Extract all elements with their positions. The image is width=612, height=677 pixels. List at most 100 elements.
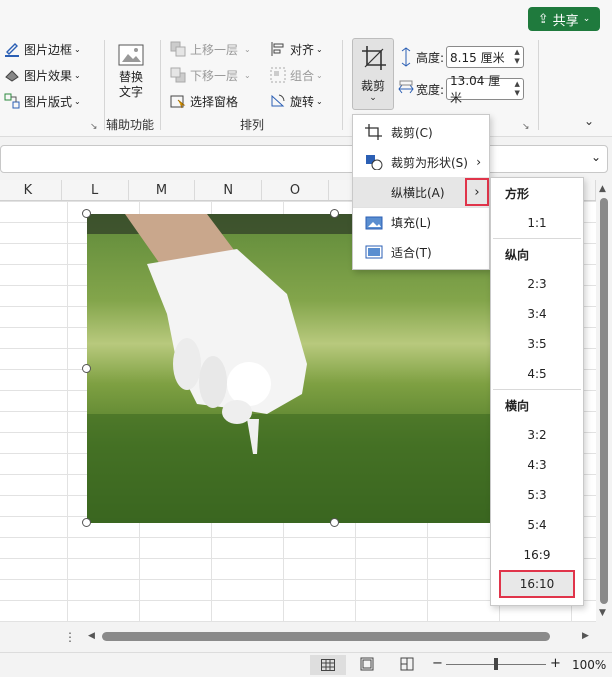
height-spinner[interactable]: ▲ ▼ bbox=[511, 48, 523, 66]
vertical-scroll-thumb[interactable] bbox=[600, 198, 608, 604]
menu-item-aspect-ratio[interactable]: 纵横比(A) › bbox=[353, 177, 489, 207]
menu-item-fill[interactable]: 填充(L) bbox=[353, 207, 489, 237]
chevron-down-icon: ⌄ bbox=[582, 14, 591, 24]
square-section-header: 方形 bbox=[505, 186, 530, 201]
group-icon bbox=[270, 67, 286, 83]
picture-border-icon bbox=[5, 43, 19, 57]
resize-handle[interactable] bbox=[82, 364, 91, 373]
height-input[interactable]: 8.15 厘米 ▲ ▼ bbox=[446, 46, 525, 68]
picture-effects-icon bbox=[5, 70, 19, 82]
ratio-item[interactable]: 3:4 bbox=[491, 299, 583, 329]
zoom-in-icon[interactable]: + bbox=[550, 656, 561, 671]
ratio-item[interactable]: 4:3 bbox=[491, 450, 583, 480]
zoom-level[interactable]: 100% bbox=[572, 658, 606, 672]
width-input[interactable]: 13.04 厘米 ▲ ▼ bbox=[446, 74, 525, 105]
bring-forward-button[interactable]: 上移一层 ⌄ bbox=[170, 38, 251, 60]
landscape-section-header: 横向 bbox=[505, 398, 530, 413]
share-icon: ⇪ bbox=[537, 11, 549, 27]
zoom-slider-thumb[interactable] bbox=[494, 658, 498, 670]
size-dialog-launcher-icon[interactable]: ↘ bbox=[522, 122, 530, 132]
menu-item-crop-to-shape[interactable]: 裁剪为形状(S) › bbox=[353, 147, 489, 177]
expand-formula-bar-icon[interactable]: ⌄ bbox=[591, 150, 601, 164]
selection-pane-button[interactable]: 选择窗格 bbox=[170, 90, 251, 112]
group-divider bbox=[538, 40, 539, 130]
picture-effects-button[interactable]: 图片效果 ⌄ bbox=[4, 64, 104, 86]
group-divider bbox=[342, 40, 343, 130]
accessibility-group-label: 辅助功能 bbox=[106, 118, 155, 132]
status-bar: − + 100% bbox=[0, 652, 612, 677]
formula-bar[interactable]: ⌄ bbox=[0, 145, 608, 173]
crop-dropdown-menu: 裁剪(C) 裁剪为形状(S) › 纵横比(A) › 填充(L) 适合(T) bbox=[352, 114, 490, 270]
picture-layout-button[interactable]: 图片版式 ⌄ bbox=[4, 90, 104, 112]
normal-view-button[interactable] bbox=[310, 655, 346, 675]
menu-item-fit[interactable]: 适合(T) bbox=[353, 237, 489, 267]
horizontal-scroll-area: ⋮ ◀ ▶ bbox=[0, 622, 612, 652]
scroll-left-icon[interactable]: ◀ bbox=[88, 631, 95, 641]
more-options-icon[interactable]: ⋮ bbox=[64, 630, 76, 644]
page-layout-view-button[interactable] bbox=[360, 657, 374, 674]
picture-layout-icon bbox=[4, 93, 20, 109]
share-button[interactable]: ⇪ 共享 ⌄ bbox=[528, 7, 600, 31]
column-header[interactable]: M bbox=[129, 180, 196, 200]
collapse-ribbon-icon[interactable]: ⌄ bbox=[584, 114, 594, 128]
ratio-item[interactable]: 5:3 bbox=[491, 480, 583, 510]
picture-border-button[interactable]: 图片边框 ⌄ bbox=[4, 38, 104, 60]
ratio-item-highlighted[interactable]: 16:10 bbox=[499, 570, 575, 598]
width-spinner[interactable]: ▲ ▼ bbox=[511, 80, 523, 98]
alt-text-button[interactable]: 替换 文字 bbox=[110, 42, 152, 100]
crop-to-shape-icon bbox=[366, 155, 383, 170]
scroll-down-icon[interactable]: ▼ bbox=[599, 608, 606, 618]
horizontal-scroll-thumb[interactable] bbox=[102, 632, 550, 641]
portrait-section-header: 纵向 bbox=[505, 247, 530, 262]
rotate-button[interactable]: 旋转 ⌄ bbox=[270, 90, 323, 112]
crop-button[interactable]: 裁剪 ⌄ bbox=[352, 38, 394, 110]
resize-handle[interactable] bbox=[330, 518, 339, 527]
chevron-down-icon: ⌄ bbox=[369, 93, 377, 103]
column-header[interactable]: L bbox=[62, 180, 129, 200]
ratio-item[interactable]: 3:5 bbox=[491, 329, 583, 359]
column-header[interactable]: O bbox=[262, 180, 329, 200]
vertical-scrollbar[interactable]: ▲ ▼ bbox=[596, 180, 612, 622]
group-divider bbox=[160, 40, 161, 130]
resize-handle[interactable] bbox=[82, 209, 91, 218]
scroll-up-icon[interactable]: ▲ bbox=[599, 184, 606, 194]
crop-icon bbox=[362, 46, 386, 70]
arrange-group-label: 排列 bbox=[240, 118, 265, 132]
height-icon bbox=[401, 47, 411, 67]
fill-icon bbox=[365, 216, 383, 229]
ratio-item[interactable]: 5:4 bbox=[491, 510, 583, 540]
rotate-icon bbox=[271, 94, 285, 107]
page-layout-icon bbox=[360, 657, 374, 671]
page-break-view-button[interactable] bbox=[400, 657, 414, 674]
crop-icon bbox=[365, 124, 382, 140]
zoom-out-icon[interactable]: − bbox=[432, 656, 443, 671]
send-backward-button[interactable]: 下移一层 ⌄ bbox=[170, 64, 251, 86]
selection-pane-icon bbox=[170, 95, 186, 109]
chevron-right-icon: › bbox=[476, 155, 481, 169]
bring-forward-icon bbox=[170, 41, 186, 57]
align-button[interactable]: 对齐 ⌄ bbox=[270, 38, 323, 60]
ratio-item[interactable]: 2:3 bbox=[491, 269, 583, 299]
menu-item-crop[interactable]: 裁剪(C) bbox=[353, 117, 489, 147]
column-header[interactable]: N bbox=[195, 180, 263, 200]
width-icon bbox=[398, 80, 414, 94]
alt-text-icon bbox=[118, 44, 144, 66]
group-button[interactable]: 组合 ⌄ bbox=[270, 64, 323, 86]
ratio-item[interactable]: 4:5 bbox=[491, 359, 583, 389]
ratio-item[interactable]: 3:2 bbox=[491, 420, 583, 450]
group-divider bbox=[104, 40, 105, 130]
align-icon bbox=[271, 42, 284, 56]
dialog-launcher-icon[interactable]: ↘ bbox=[90, 122, 98, 132]
normal-view-icon bbox=[321, 659, 335, 671]
resize-handle[interactable] bbox=[82, 518, 91, 527]
column-header[interactable]: K bbox=[0, 180, 62, 200]
aspect-ratio-submenu: 方形 1:1 纵向 2:3 3:4 3:5 4:5 横向 3:2 4:3 5:3… bbox=[490, 177, 584, 606]
ratio-item[interactable]: 16:9 bbox=[491, 540, 583, 570]
page-break-icon bbox=[400, 657, 414, 671]
scroll-right-icon[interactable]: ▶ bbox=[582, 631, 589, 641]
ratio-item[interactable]: 1:1 bbox=[491, 208, 583, 238]
resize-handle[interactable] bbox=[330, 209, 339, 218]
send-backward-icon bbox=[170, 67, 186, 83]
chevron-right-icon: › bbox=[465, 178, 489, 206]
fit-icon bbox=[365, 245, 383, 259]
